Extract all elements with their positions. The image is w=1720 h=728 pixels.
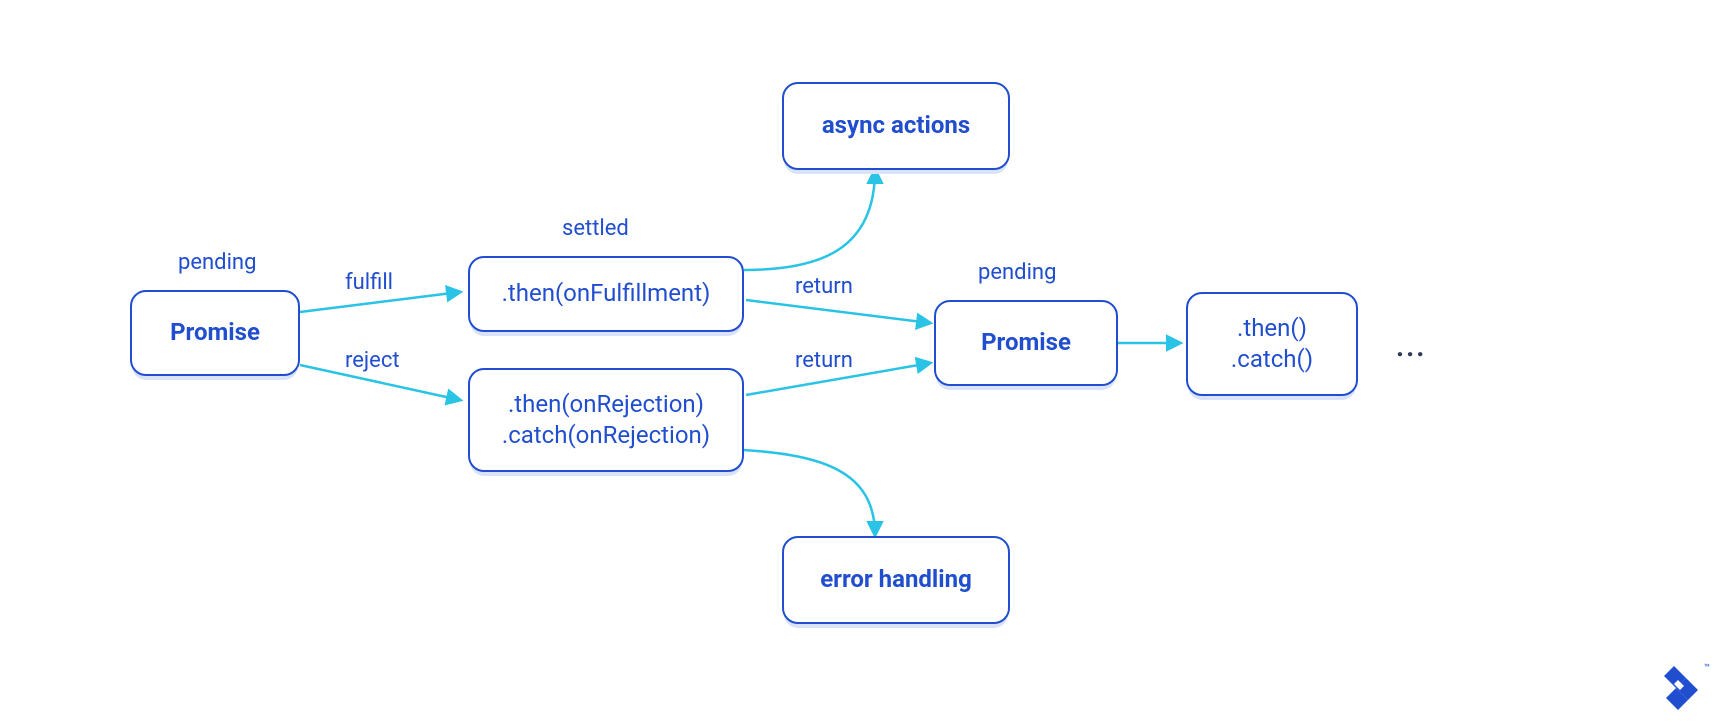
node-error-handling-text: error handling xyxy=(820,564,972,595)
trademark: ™ xyxy=(1704,663,1710,674)
node-then-catch: .then() .catch() xyxy=(1186,292,1358,396)
node-promise-2: Promise xyxy=(934,300,1118,386)
node-then-catch-line2: .catch() xyxy=(1231,344,1313,375)
node-then-reject-line1: .then(onRejection) xyxy=(508,389,704,420)
label-pending-2: pending xyxy=(978,260,1056,285)
label-settled: settled xyxy=(562,216,629,241)
node-promise-2-text: Promise xyxy=(981,327,1071,358)
label-reject: reject xyxy=(345,348,400,373)
ellipsis: ... xyxy=(1396,330,1426,363)
node-then-fulfill-text: .then(onFulfillment) xyxy=(502,278,711,309)
brand-logo-icon xyxy=(1664,666,1698,710)
label-return-2: return xyxy=(795,348,853,373)
node-async-actions-text: async actions xyxy=(822,110,970,141)
node-error-handling: error handling xyxy=(782,536,1010,624)
node-then-catch-line1: .then() xyxy=(1237,313,1307,344)
edge-to-error xyxy=(744,450,875,535)
label-pending-1: pending xyxy=(178,250,256,275)
label-return-1: return xyxy=(795,274,853,299)
edge-fulfill xyxy=(300,292,460,312)
edge-return-1 xyxy=(746,300,930,323)
node-then-reject: .then(onRejection) .catch(onRejection) xyxy=(468,368,744,472)
node-async-actions: async actions xyxy=(782,82,1010,170)
node-then-reject-line2: .catch(onRejection) xyxy=(502,420,710,451)
node-then-fulfill: .then(onFulfillment) xyxy=(468,256,744,332)
label-fulfill: fulfill xyxy=(345,270,393,295)
node-promise-1-text: Promise xyxy=(170,317,260,348)
node-promise-1: Promise xyxy=(130,290,300,376)
edge-to-async xyxy=(744,170,875,270)
